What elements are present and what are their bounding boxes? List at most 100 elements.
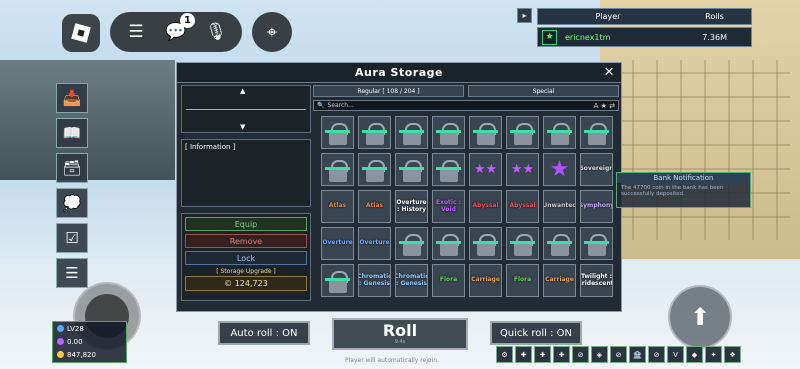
hotbar-slot[interactable]: ◈ [591,346,608,363]
aura-name: Flora [439,276,458,284]
aura-slot[interactable]: Overture [358,227,391,260]
inventory-icon[interactable]: 📥 [56,83,88,113]
lock-button[interactable]: Lock [185,251,307,265]
aura-slot[interactable] [395,116,428,149]
aura-slot[interactable]: ★ [543,153,576,186]
roll-cooldown: 9.4s [394,339,406,345]
chat-bubbles-icon[interactable]: 💭 [56,188,88,218]
aura-detail-pane: ▲ ▼ [ Information ] Equip Remove Lock [ … [181,85,311,309]
coin-balance: © 124,723 [185,276,307,291]
information-label: [ Information ] [185,143,236,151]
vip-icon[interactable]: V [667,346,684,363]
aura-slot[interactable] [321,264,354,297]
aura-slot[interactable]: ★★ [469,153,502,186]
aura-slot[interactable]: Sovereign [580,153,613,186]
aura-slot[interactable]: Atlas [358,190,391,223]
slot-tag [584,130,609,133]
aura-slot[interactable] [506,227,539,260]
jump-arrow-icon[interactable]: ⬆ [668,285,732,349]
slot-tag [510,241,535,244]
hotbar-slot[interactable]: ⚙ [496,346,513,363]
quick-roll-button[interactable]: Quick roll : ON [490,321,582,345]
auto-roll-button[interactable]: Auto roll : ON [218,321,310,345]
slot-tag [436,130,461,133]
arrow-down-icon[interactable]: ▼ [240,123,245,131]
aura-slot[interactable] [469,116,502,149]
aura-slot[interactable] [395,153,428,186]
aura-slot[interactable]: Abyssal [469,190,502,223]
aura-slot[interactable] [432,116,465,149]
aura-slot[interactable]: Carriage [469,264,502,297]
aura-slot[interactable] [469,227,502,260]
aura-slot[interactable] [543,227,576,260]
leaderboard-row[interactable]: ★ ericnex1tm 7.36M [537,27,752,47]
mic-muted-icon[interactable]: 🎙 [204,20,228,44]
aura-slot[interactable]: Exotic : Void [432,190,465,223]
aura-slot[interactable]: Chromatic : Genesis [395,264,428,297]
roblox-menu-button[interactable] [62,14,100,52]
gem-icon [57,338,64,345]
hotbar-slot[interactable]: ✦ [705,346,722,363]
block-icon[interactable]: ⊘ [648,346,665,363]
aura-preview-selector: ▲ ▼ [181,85,311,133]
arrow-up-icon[interactable]: ▲ [240,87,245,95]
equip-button[interactable]: Equip [185,217,307,231]
block-icon[interactable]: ⊘ [572,346,589,363]
aura-slot[interactable] [321,116,354,149]
close-icon[interactable]: ✕ [604,65,615,80]
search-bar[interactable]: 🔍 Search... A ★ ⇄ [313,100,619,111]
aura-slot[interactable] [432,153,465,186]
aura-slot[interactable]: Twilight : Iridescent [580,264,613,297]
slot-tag [325,167,350,170]
search-icon: 🔍 [317,102,325,109]
hotbar-slot[interactable]: ✚ [534,346,551,363]
hotbar-slot[interactable]: ◆ [686,346,703,363]
crosshair-icon[interactable]: ⌖ [252,12,292,52]
remove-button[interactable]: Remove [185,234,307,248]
aura-slot[interactable]: Chromatic : Genesis [358,264,391,297]
aura-slot[interactable]: Flora [432,264,465,297]
aura-slot[interactable] [321,153,354,186]
search-input[interactable]: Search... [327,102,353,109]
book-icon[interactable]: 📖 [56,118,88,148]
aura-name: Flora [513,276,532,284]
storage-box-icon[interactable]: 🗃 [56,153,88,183]
aura-slot[interactable] [506,116,539,149]
aura-slot[interactable] [432,227,465,260]
roll-button[interactable]: Roll 9.4s [332,318,468,350]
aura-name: Symphony [580,202,613,210]
aura-slot[interactable]: Carriage [543,264,576,297]
hotbar-slot[interactable]: ✚ [515,346,532,363]
aura-slot[interactable]: Flora [506,264,539,297]
aura-slot[interactable] [580,227,613,260]
checklist-icon[interactable]: ☑ [56,223,88,253]
aura-slot[interactable] [580,116,613,149]
storage-upgrade-button[interactable]: [ Storage Upgrade ] [185,268,307,275]
hotbar-slot[interactable]: ✚ [553,346,570,363]
star-icon: ★★ [510,162,535,177]
aura-slot[interactable]: Atlas [321,190,354,223]
hotbar-slot[interactable]: ❖ [724,346,741,363]
aura-slot[interactable]: Overture [321,227,354,260]
chat-icon[interactable]: 💬 1 [164,13,195,44]
bank-icon[interactable]: 🏦 [629,346,646,363]
leaderboard-toggle-button[interactable]: ▸ [517,8,532,23]
sort-options-icon[interactable]: A ★ ⇄ [594,102,618,110]
aura-slot[interactable]: Abyssal [506,190,539,223]
tab-regular[interactable]: Regular [ 108 / 204 ] [313,85,464,97]
aura-slot[interactable] [358,153,391,186]
aura-slot[interactable] [358,116,391,149]
aura-name: Overture [322,239,353,247]
aura-slot[interactable] [543,116,576,149]
aura-slot[interactable] [395,227,428,260]
aura-name: Sovereign [580,165,613,173]
aura-slot[interactable]: Unwanted [543,190,576,223]
list-icon[interactable]: ☰ [56,258,88,288]
tab-special[interactable]: Special [468,85,619,97]
aura-name: Atlas [328,202,347,210]
block-icon[interactable]: ⊘ [610,346,627,363]
aura-slot[interactable]: Symphony [580,190,613,223]
hamburger-icon[interactable]: ☰ [124,20,148,44]
aura-slot[interactable]: Overture : History [395,190,428,223]
aura-slot[interactable]: ★★ [506,153,539,186]
